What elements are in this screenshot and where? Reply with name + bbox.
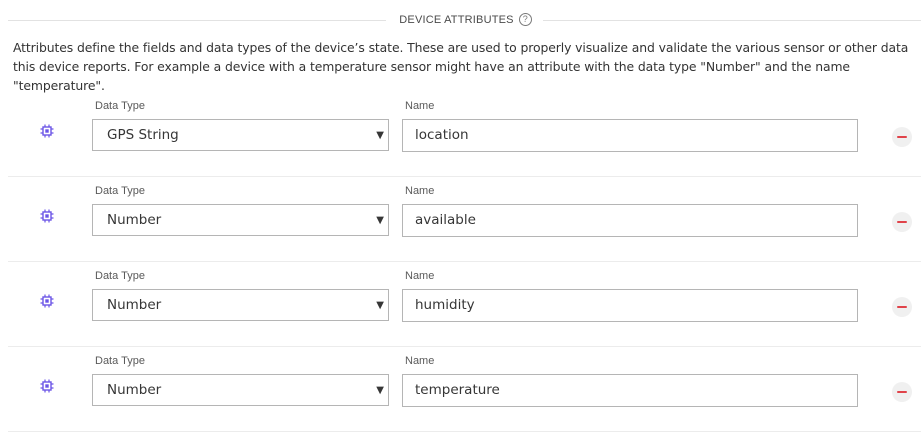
attribute-row: Data Type Name GPS String ▼ location — [8, 92, 921, 177]
minus-icon — [897, 391, 907, 393]
data-type-select[interactable]: GPS String ▼ — [92, 119, 389, 151]
name-input[interactable]: available — [402, 204, 858, 237]
data-type-label: Data Type — [95, 185, 145, 197]
caret-down-icon: ▼ — [376, 130, 384, 141]
header-rule-left — [8, 19, 387, 21]
data-type-select[interactable]: Number ▼ — [92, 204, 389, 236]
chip-icon — [40, 209, 54, 223]
remove-attribute-button[interactable] — [892, 382, 912, 402]
caret-down-icon: ▼ — [376, 300, 384, 311]
name-value: available — [415, 212, 476, 228]
chip-icon — [40, 379, 54, 393]
header-rule-right — [542, 19, 921, 21]
attribute-row: Data Type Name Number ▼ temperature — [8, 347, 921, 432]
section-description: Attributes define the fields and data ty… — [13, 40, 909, 93]
data-type-value: Number — [107, 212, 162, 228]
name-label: Name — [405, 185, 435, 197]
data-type-label: Data Type — [95, 270, 145, 282]
minus-icon — [897, 136, 907, 138]
name-value: temperature — [415, 382, 500, 398]
data-type-value: Number — [107, 382, 162, 398]
section-header: DEVICE ATTRIBUTES ? — [8, 10, 921, 30]
name-input[interactable]: location — [402, 119, 858, 152]
attribute-row: Data Type Name Number ▼ humidity — [8, 262, 921, 347]
name-label: Name — [405, 355, 435, 367]
help-icon[interactable]: ? — [518, 12, 532, 26]
remove-attribute-button[interactable] — [892, 212, 912, 232]
name-label: Name — [405, 100, 435, 112]
name-input[interactable]: temperature — [402, 374, 858, 407]
minus-icon — [897, 221, 907, 223]
data-type-label: Data Type — [95, 100, 145, 112]
name-label: Name — [405, 270, 435, 282]
data-type-select[interactable]: Number ▼ — [92, 374, 389, 406]
section-title: DEVICE ATTRIBUTES — [399, 14, 514, 26]
chip-icon — [40, 294, 54, 308]
data-type-value: GPS String — [107, 127, 179, 143]
row-divider — [8, 431, 921, 432]
caret-down-icon: ▼ — [376, 215, 384, 226]
remove-attribute-button[interactable] — [892, 127, 912, 147]
remove-attribute-button[interactable] — [892, 297, 912, 317]
name-value: location — [415, 127, 469, 143]
name-value: humidity — [415, 297, 475, 313]
caret-down-icon: ▼ — [376, 385, 384, 396]
data-type-value: Number — [107, 297, 162, 313]
attribute-row: Data Type Name Number ▼ available — [8, 177, 921, 262]
chip-icon — [40, 124, 54, 138]
name-input[interactable]: humidity — [402, 289, 858, 322]
minus-icon — [897, 306, 907, 308]
data-type-label: Data Type — [95, 355, 145, 367]
data-type-select[interactable]: Number ▼ — [92, 289, 389, 321]
device-attributes-section: DEVICE ATTRIBUTES ? Attributes define th… — [0, 0, 921, 433]
